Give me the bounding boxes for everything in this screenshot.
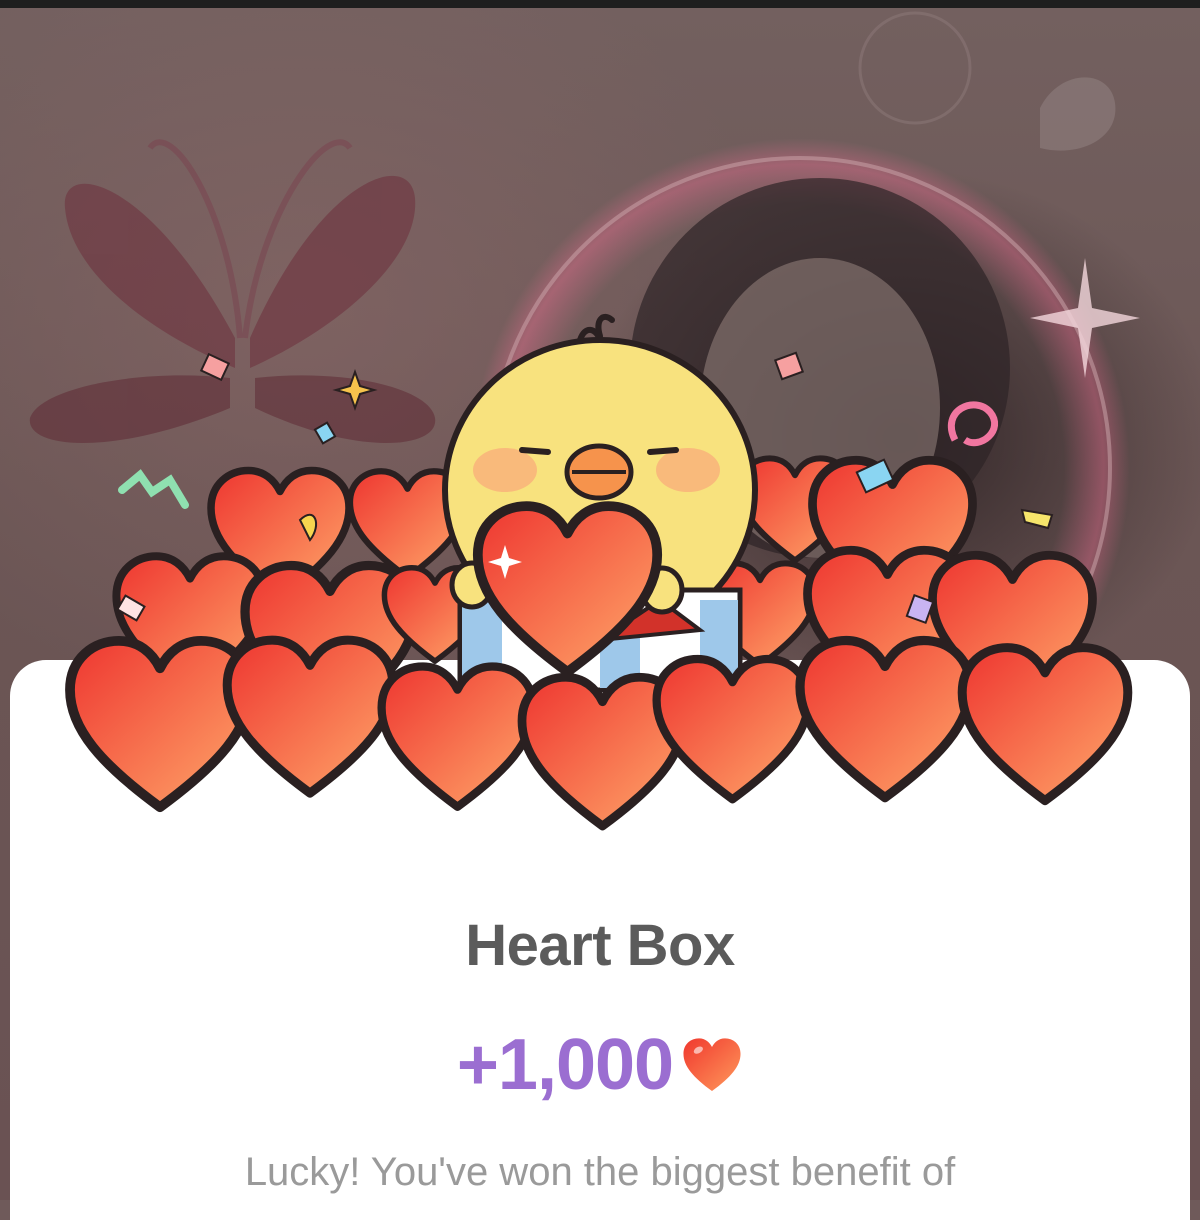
heart-box-illustration — [0, 313, 1200, 840]
status-bar — [0, 0, 1200, 8]
popup-title: Heart Box — [465, 913, 735, 978]
heart-icon — [683, 1038, 741, 1092]
reward-message: Lucky! You've won the biggest benefit of — [244, 1150, 956, 1194]
chick-mascot — [442, 313, 758, 693]
reward-row: +1,000 — [0, 1024, 1200, 1106]
reward-amount: +1,000 — [456, 1025, 674, 1105]
